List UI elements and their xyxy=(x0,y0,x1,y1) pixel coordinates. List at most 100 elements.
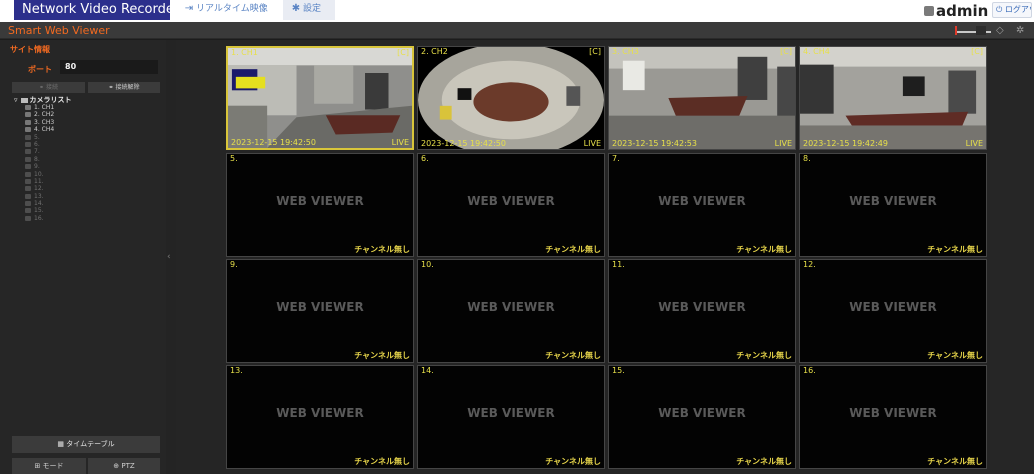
logout-button[interactable]: ⏻ ログアウト xyxy=(992,2,1032,18)
video-tile-5[interactable]: 5. WEB VIEWER チャンネル無し xyxy=(226,153,414,257)
video-tile-9[interactable]: 9. WEB VIEWER チャンネル無し xyxy=(226,259,414,363)
camera-tree-item[interactable]: 14. xyxy=(14,200,162,207)
camera-tree-item[interactable]: 3. CH3 xyxy=(14,119,162,126)
live-indicator: LIVE xyxy=(774,139,792,148)
camera-tree-item-label: 3. CH3 xyxy=(34,118,55,126)
user-icon xyxy=(924,6,934,16)
link-icon: ⚭ xyxy=(39,84,45,91)
tile-label: 5. xyxy=(230,154,238,163)
camera-icon xyxy=(25,171,31,177)
video-tile-8[interactable]: 8. WEB VIEWER チャンネル無し xyxy=(799,153,987,257)
video-tile-4[interactable]: 4. CH4 [C] 2023-12-15 19:42:49 LIVE xyxy=(799,46,987,150)
sidebar-collapse-handle[interactable]: ‹ xyxy=(166,40,176,474)
video-tile-15[interactable]: 15. WEB VIEWER チャンネル無し xyxy=(608,365,796,469)
live-indicator: LIVE xyxy=(391,138,409,147)
camera-icon xyxy=(25,215,31,221)
video-tile-12[interactable]: 12. WEB VIEWER チャンネル無し xyxy=(799,259,987,363)
video-tile-16[interactable]: 16. WEB VIEWER チャンネル無し xyxy=(799,365,987,469)
tile-label: 13. xyxy=(230,366,243,375)
site-info-heading: サイト情報 xyxy=(10,45,50,54)
camera-icon xyxy=(25,208,31,214)
port-label: ポート xyxy=(28,65,52,74)
camera-tree-item[interactable]: 6. xyxy=(14,141,162,148)
timetable-button[interactable]: ▦ タイムテーブル xyxy=(12,436,160,453)
gear-icon[interactable]: ✲ xyxy=(1016,23,1024,38)
camera-icon xyxy=(25,112,31,118)
camera-tree-item-label: 8. xyxy=(34,155,40,163)
camera-feed-2 xyxy=(418,47,604,149)
camera-feed-4 xyxy=(800,47,986,149)
camera-tree-item-label: 13. xyxy=(34,192,44,200)
volume-slider-thumb[interactable] xyxy=(976,26,986,35)
no-channel-label: チャンネル無し xyxy=(736,351,792,360)
tile-label: 12. xyxy=(803,260,816,269)
port-field[interactable]: 80 xyxy=(60,60,158,74)
camera-tree-item-label: 6. xyxy=(34,140,40,148)
camera-tree-item[interactable]: 13. xyxy=(14,193,162,200)
camera-tree-item[interactable]: 10. xyxy=(14,171,162,178)
tile-label: 4. CH4 xyxy=(803,47,830,56)
video-tile-11[interactable]: 11. WEB VIEWER チャンネル無し xyxy=(608,259,796,363)
camera-tree-item[interactable]: 11. xyxy=(14,178,162,185)
camera-icon xyxy=(25,105,31,110)
top-header: Network Video Recorder ⇥ リアルタイム映像 ✱ 設定 adm… xyxy=(0,0,1034,22)
tab-settings[interactable]: ✱ 設定 xyxy=(283,0,335,20)
video-tile-13[interactable]: 13. WEB VIEWER チャンネル無し xyxy=(226,365,414,469)
logout-icon: ⏻ xyxy=(996,5,1003,14)
video-tile-14[interactable]: 14. WEB VIEWER チャンネル無し xyxy=(417,365,605,469)
camera-tree-item[interactable]: 9. xyxy=(14,163,162,170)
web-viewer-watermark: WEB VIEWER xyxy=(276,194,364,208)
ptz-button[interactable]: ⊕ PTZ xyxy=(88,458,160,474)
video-grid: 1. CH1 [C] 2023-12-15 19:42:50 LIVE 2. C… xyxy=(176,40,1034,474)
web-viewer-watermark: WEB VIEWER xyxy=(849,300,937,314)
video-tile-7[interactable]: 7. WEB VIEWER チャンネル無し xyxy=(608,153,796,257)
disconnect-label: 接続解除 xyxy=(115,84,140,91)
tab-live-video[interactable]: ⇥ リアルタイム映像 xyxy=(176,0,280,20)
video-tile-2[interactable]: 2. CH2 [C] 2023-12-15 19:42:50 LIVE xyxy=(417,46,605,150)
no-channel-label: チャンネル無し xyxy=(545,245,601,254)
live-video-icon: ⇥ xyxy=(184,3,194,14)
camera-tree-item-label: 5. xyxy=(34,133,40,141)
camera-tree-item[interactable]: 15. xyxy=(14,207,162,214)
camera-tree-item[interactable]: 16. xyxy=(14,215,162,222)
camera-list-root[interactable]: ▿ カメラリスト xyxy=(14,96,162,104)
current-user: admin xyxy=(924,0,988,20)
camera-tree-item[interactable]: 7. xyxy=(14,148,162,155)
tile-timestamp: 2023-12-15 19:42:53 xyxy=(612,139,697,148)
camera-tree-item[interactable]: 1. CH1 xyxy=(14,104,162,111)
web-viewer-watermark: WEB VIEWER xyxy=(467,194,555,208)
viewer-title-bar: Smart Web Viewer ◇ ✲ xyxy=(0,22,1034,39)
tile-label: 11. xyxy=(612,260,625,269)
camera-tree-item[interactable]: 5. xyxy=(14,134,162,141)
no-channel-label: チャンネル無し xyxy=(736,457,792,466)
camera-tree-item[interactable]: 8. xyxy=(14,156,162,163)
camera-tree-item-label: 12. xyxy=(34,185,44,193)
tile-label: 7. xyxy=(612,154,620,163)
camera-icon xyxy=(25,134,31,140)
disconnect-button[interactable]: ⚭ 接続解除 xyxy=(88,82,160,93)
video-tile-10[interactable]: 10. WEB VIEWER チャンネル無し xyxy=(417,259,605,363)
product-title: Network Video Recorder xyxy=(14,0,170,20)
tab-live-video-label: リアルタイム映像 xyxy=(196,4,268,14)
video-tile-6[interactable]: 6. WEB VIEWER チャンネル無し xyxy=(417,153,605,257)
camera-icon xyxy=(25,156,31,162)
no-channel-label: チャンネル無し xyxy=(736,245,792,254)
settings-icon: ✱ xyxy=(291,3,301,14)
video-tile-3[interactable]: 3. CH3 [C] 2023-12-15 19:42:53 LIVE xyxy=(608,46,796,150)
mode-button[interactable]: ⊞ モード xyxy=(12,458,86,474)
expand-icon[interactable]: ▿ xyxy=(14,96,18,104)
camera-feed-3 xyxy=(609,47,795,149)
fullscreen-icon[interactable]: ◇ xyxy=(996,23,1004,38)
channel-badge: [C] xyxy=(971,47,983,56)
connect-button[interactable]: ⚭ 接続 xyxy=(12,82,85,93)
camera-tree-item-label: 1. CH1 xyxy=(34,104,55,111)
video-tile-1[interactable]: 1. CH1 [C] 2023-12-15 19:42:50 LIVE xyxy=(226,46,414,150)
app-title: Smart Web Viewer xyxy=(8,24,110,37)
site-sidebar: サイト情報 ポート 80 ⚭ 接続 ⚭ 接続解除 ▿ カメラリスト 1. CH1 2… xyxy=(0,40,166,474)
camera-tree-item[interactable]: 12. xyxy=(14,185,162,192)
timetable-label: タイムテーブル xyxy=(66,440,115,448)
tile-label: 1. CH1 xyxy=(231,48,258,57)
camera-tree-item[interactable]: 4. CH4 xyxy=(14,126,162,133)
no-channel-label: チャンネル無し xyxy=(927,457,983,466)
camera-tree-item[interactable]: 2. CH2 xyxy=(14,111,162,118)
